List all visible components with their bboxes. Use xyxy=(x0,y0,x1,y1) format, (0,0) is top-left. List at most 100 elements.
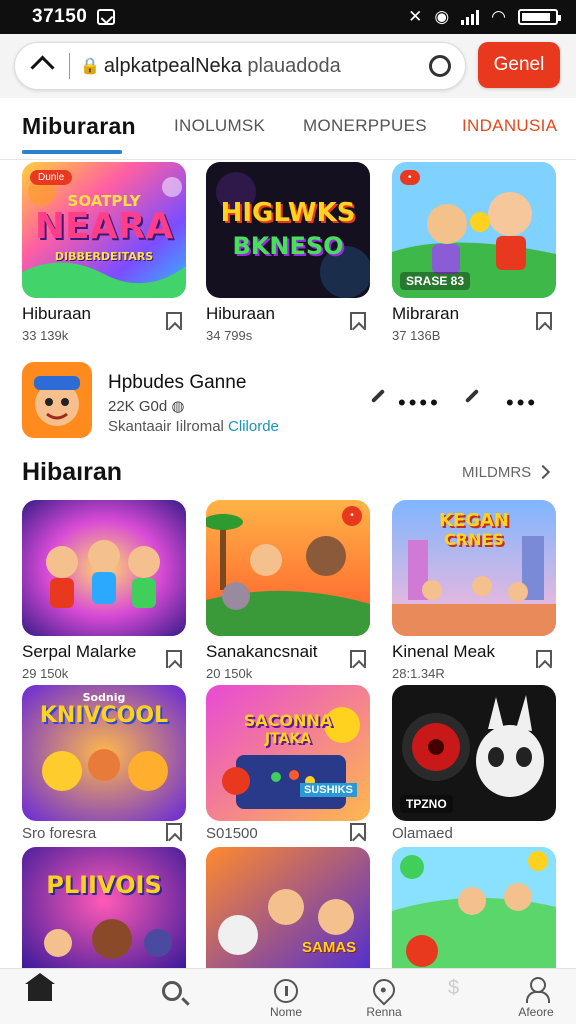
card-meta: 34 799s xyxy=(206,328,253,343)
app-screen: 37150 ✕ ◉ ◠ 🔒 alpkatpealNeka plauadoda G… xyxy=(0,0,576,1024)
card-meta: 37 136B xyxy=(392,328,441,343)
card-title[interactable]: Kinenal Meak xyxy=(392,642,495,662)
art-text: HIGLWKS xyxy=(220,198,356,228)
reload-icon[interactable] xyxy=(429,55,451,77)
tab-monerppues[interactable]: MONERPPUES xyxy=(303,116,427,136)
game-thumbnail[interactable]: Dunle SOATPLY NEARA DIBBERDEITARS xyxy=(22,162,186,298)
battery-icon xyxy=(518,9,561,25)
card-meta: 28:1.34R xyxy=(392,666,445,681)
nav-renna[interactable]: Renna xyxy=(344,969,424,1024)
nav-label: Nome xyxy=(269,1005,302,1019)
status-time-text: 37150 xyxy=(32,6,88,27)
tab-inolumsk[interactable]: INOLUMSK xyxy=(174,116,265,136)
bookmark-icon[interactable] xyxy=(166,650,182,668)
card-overlay-text: TPZNO xyxy=(400,795,453,813)
card-title[interactable]: Sanakancsnait xyxy=(206,642,318,662)
card-meta: 29 150k xyxy=(22,666,69,681)
card-title[interactable]: Mibraran xyxy=(392,304,459,324)
see-more-link[interactable]: MILDMRS xyxy=(462,464,531,481)
game-thumbnail[interactable] xyxy=(22,500,186,636)
category-tabs: Miburaran INOLUMSK MONERPPUES INDANUSIA xyxy=(0,98,576,160)
bookmark-icon[interactable] xyxy=(166,312,182,330)
home-icon[interactable] xyxy=(25,973,55,1001)
game-thumbnail[interactable]: • xyxy=(206,500,370,636)
coin-icon: ◍ xyxy=(171,398,185,415)
app-title[interactable]: Hpbudes Ganne xyxy=(108,372,246,394)
status-icons: ✕ ◉ ◠ xyxy=(408,7,561,27)
art-text: KNIVCOOL xyxy=(39,703,169,728)
card-meta: 20 150k xyxy=(206,666,253,681)
bookmark-icon[interactable] xyxy=(350,650,366,668)
card-overlay-text: SRASE 83 xyxy=(400,272,471,290)
nav-dollar[interactable]: $ xyxy=(416,969,496,1024)
dollar-icon[interactable]: $ xyxy=(448,977,459,1000)
user-icon[interactable] xyxy=(526,977,550,1003)
art-text: SAMAS xyxy=(302,939,357,956)
app-meta-text: 22K G0d xyxy=(108,398,168,415)
card-title[interactable]: Hiburaan xyxy=(206,304,275,324)
art-text: JTAKA xyxy=(264,731,312,747)
tab-miburaran[interactable]: Miburaran xyxy=(22,113,136,140)
card-meta: S01500 xyxy=(206,825,258,842)
art-text: DIBBERDEITARS xyxy=(54,250,154,263)
nav-search[interactable] xyxy=(134,969,214,1024)
card-title[interactable]: Serpal Malarke xyxy=(22,642,136,662)
bottom-navigation: Nome Renna $ Afeore xyxy=(0,968,576,1024)
game-thumbnail[interactable]: SAMAS xyxy=(206,847,370,983)
card-badge: Dunle xyxy=(30,170,73,185)
app-meta: 22K G0d ◍ xyxy=(108,397,184,415)
card-meta: 33 139k xyxy=(22,328,69,343)
pin-icon[interactable] xyxy=(368,974,400,1006)
action-button[interactable]: Genel xyxy=(478,42,560,88)
status-time: 37150 xyxy=(32,6,116,28)
nav-label: Afeore xyxy=(518,1005,554,1019)
game-thumbnail[interactable] xyxy=(392,847,556,983)
section-title: Hibaıran xyxy=(22,458,123,486)
browser-toolbar: 🔒 alpkatpealNeka plauadoda Genel xyxy=(0,34,576,98)
url-text[interactable]: alpkatpealNeka plauadoda xyxy=(104,55,429,78)
bookmark-icon[interactable] xyxy=(536,650,552,668)
info-icon[interactable] xyxy=(274,979,298,1003)
bookmark-icon[interactable] xyxy=(350,312,366,330)
art-text: BKNESO xyxy=(232,232,344,260)
corner-badge: • xyxy=(342,506,362,526)
more-options-icon[interactable]: •••• xyxy=(398,390,441,416)
eye-icon: ◉ xyxy=(434,7,450,26)
art-text: PLIIVOIS xyxy=(46,871,162,899)
featured-app-row[interactable]: Hpbudes Ganne 22K G0d ◍ Skantaair Iilrom… xyxy=(22,362,554,442)
art-text: SACONNA xyxy=(243,711,333,730)
game-thumbnail[interactable]: Sodnig KNIVCOOL xyxy=(22,685,186,821)
bookmark-icon[interactable] xyxy=(536,312,552,330)
app-sub-link[interactable]: Clilorde xyxy=(228,418,279,435)
game-thumbnail[interactable]: TPZNO xyxy=(392,685,556,821)
divider xyxy=(69,53,70,79)
more-options-icon[interactable]: ••• xyxy=(506,390,538,416)
game-thumbnail[interactable]: SACONNA JTAKA SUSHIKS xyxy=(206,685,370,821)
url-domain: alpkatpealNeka xyxy=(103,54,242,77)
nav-home[interactable] xyxy=(0,969,80,1024)
mute-icon: ✕ xyxy=(408,7,423,26)
bookmark-icon[interactable] xyxy=(350,823,366,841)
nav-nome[interactable]: Nome xyxy=(246,969,326,1024)
card-title[interactable]: Hiburaan xyxy=(22,304,91,324)
url-bar[interactable]: 🔒 alpkatpealNeka plauadoda xyxy=(14,42,466,90)
wifi-icon: ◠ xyxy=(491,7,506,26)
bookmark-icon[interactable] xyxy=(166,823,182,841)
app-icon[interactable] xyxy=(22,362,92,438)
app-subtitle: Skantaair Iilromal Clilorde xyxy=(108,418,279,435)
tab-indanusia[interactable]: INDANUSIA xyxy=(462,116,557,136)
edit-icon[interactable] xyxy=(370,388,386,404)
art-text: KEGAN xyxy=(438,510,509,531)
signal-icon xyxy=(461,9,480,25)
game-thumbnail[interactable]: HIGLWKS BKNESO xyxy=(206,162,370,298)
nav-profile[interactable]: Afeore xyxy=(496,969,576,1024)
url-path: plauadoda xyxy=(241,54,341,77)
game-thumbnail[interactable]: • SRASE 83 xyxy=(392,162,556,298)
edit-icon[interactable] xyxy=(464,388,480,404)
game-thumbnail[interactable]: PLIIVOIS xyxy=(22,847,186,983)
search-icon[interactable] xyxy=(162,981,182,1001)
home-icon[interactable] xyxy=(31,55,55,77)
active-tab-indicator xyxy=(22,150,122,154)
chevron-right-icon[interactable] xyxy=(535,464,551,480)
game-thumbnail[interactable]: KEGAN CRNES xyxy=(392,500,556,636)
